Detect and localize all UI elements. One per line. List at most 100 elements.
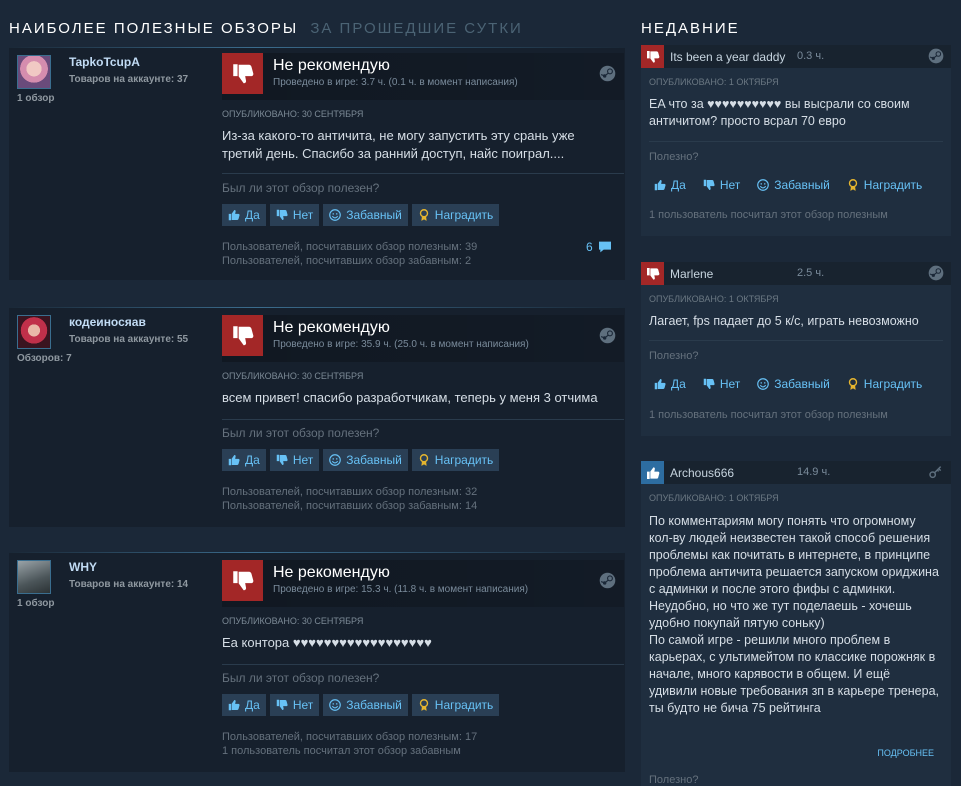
vote-buttons: Да Нет Забавный Наградить [649,374,926,394]
funny-button[interactable]: Забавный [752,374,834,394]
smile-icon [756,377,770,391]
no-button[interactable]: Нет [698,175,744,195]
text-fade [641,713,951,735]
review-verdict[interactable]: Не рекомендую Проведено в игре: 3.7 ч. (… [222,53,624,100]
thumb-up-icon [653,377,667,391]
posted-date: Опубликовано: 30 сентября [222,109,364,119]
read-more-link[interactable]: подробнее [877,748,934,758]
author-name[interactable]: Its been a year daddy [670,50,785,64]
author-games-count[interactable]: Товаров на аккаунте: 55 [69,334,188,345]
author-name[interactable]: Marlene [670,267,713,281]
yes-button[interactable]: Да [222,694,266,716]
vote-buttons: Да Нет Забавный Наградить [222,204,500,226]
yes-button[interactable]: Да [222,204,266,226]
award-icon [417,453,431,467]
award-label: Наградить [863,178,923,192]
yes-button[interactable]: Да [222,449,266,471]
no-button[interactable]: Нет [269,204,320,226]
author-games-count[interactable]: Товаров на аккаунте: 37 [69,74,188,85]
author-review-count[interactable]: 1 обзор [17,598,54,609]
review-verdict[interactable]: Не рекомендую Проведено в игре: 15.3 ч. … [222,560,624,607]
thumb-up-icon [227,208,241,222]
yes-label: Да [671,377,686,391]
playtime: Проведено в игре: 15.3 ч. (11.8 ч. в мом… [273,584,529,595]
award-button[interactable]: Наградить [842,175,927,195]
avatar[interactable] [17,55,51,89]
vote-buttons: Да Нет Забавный Наградить [222,449,500,471]
smile-icon [756,178,770,192]
yes-label: Да [245,453,260,467]
verdict-title[interactable]: Не рекомендую [273,564,390,582]
author-name[interactable]: кодеиносяав [69,315,146,329]
funny-button[interactable]: Забавный [323,694,408,716]
steam-icon [599,572,616,589]
yes-label: Да [245,698,260,712]
review-text: EA что за ♥♥♥♥♥♥♥♥♥♥ вы высрали со своим… [649,97,910,128]
no-button[interactable]: Нет [269,449,320,471]
no-label: Нет [292,208,314,222]
award-icon [846,377,860,391]
comments-link[interactable]: 6 [586,239,613,255]
review-stats: Пользователей, посчитавших обзор полезны… [222,240,477,268]
yes-button[interactable]: Да [649,374,690,394]
playtime: Проведено в игре: 3.7 ч. (0.1 ч. в момен… [273,77,518,88]
thumb-down-icon [275,208,289,222]
award-button[interactable]: Наградить [411,449,500,471]
review-text: Ea контора ♥♥♥♥♥♥♥♥♥♥♥♥♥♥♥♥♥♥ [222,635,432,650]
helpful-count: Пользователей, посчитавших обзор полезны… [222,731,478,743]
section-title: Наиболее полезные обзоры [9,20,299,37]
verdict-title[interactable]: Не рекомендую [273,319,390,337]
funny-label: Забавный [346,208,402,222]
steam-icon [599,327,616,344]
author-games-count[interactable]: Товаров на аккаунте: 14 [69,579,188,590]
posted-date: Опубликовано: 1 октября [649,77,779,87]
no-label: Нет [719,178,741,192]
recent-review-card: Archous666 14.9 ч. Опубликовано: 1 октяб… [641,461,951,786]
thumb-up-icon [227,453,241,467]
recent-review-header[interactable]: Archous666 14.9 ч. [641,461,951,484]
smile-icon [328,208,342,222]
funny-count: 1 пользователь посчитал этот обзор забав… [222,745,461,757]
funny-button[interactable]: Забавный [323,204,408,226]
helpful-question: Полезно? [649,151,699,163]
thumb-up-icon [653,178,667,192]
helpful-question: Был ли этот обзор полезен? [222,671,380,685]
avatar[interactable] [17,315,51,349]
funny-button[interactable]: Забавный [323,449,408,471]
review-stats: Пользователей, посчитавших обзор полезны… [222,730,477,758]
section-subtitle[interactable]: за прошедшие сутки [310,20,523,37]
avatar[interactable] [17,560,51,594]
author-name[interactable]: WHY [69,560,97,574]
yes-button[interactable]: Да [649,175,690,195]
posted-date: Опубликовано: 1 октября [649,294,779,304]
no-button[interactable]: Нет [698,374,744,394]
no-button[interactable]: Нет [269,694,320,716]
verdict-title[interactable]: Не рекомендую [273,57,390,75]
review-stats: Пользователей, посчитавших обзор полезны… [222,485,477,513]
author-name[interactable]: TapkoTcupA [69,55,140,69]
award-button[interactable]: Наградить [411,204,500,226]
recent-review-header[interactable]: Marlene 2.5 ч. [641,262,951,285]
thumb-down-icon [275,698,289,712]
divider [222,173,624,174]
recent-review-header[interactable]: Its been a year daddy 0.3 ч. [641,45,951,68]
review-verdict[interactable]: Не рекомендую Проведено в игре: 35.9 ч. … [222,315,624,362]
smile-icon [328,698,342,712]
divider [649,340,943,341]
author-review-count[interactable]: 1 обзор [17,93,54,104]
thumb-up-icon [227,698,241,712]
thumb-down-icon [275,453,289,467]
yes-label: Да [671,178,686,192]
author-review-count[interactable]: Обзоров: 7 [17,353,72,364]
award-button[interactable]: Наградить [842,374,927,394]
thumb-down-icon [222,560,263,601]
key-icon [928,464,944,480]
author-name[interactable]: Archous666 [670,466,734,480]
funny-button[interactable]: Забавный [752,175,834,195]
recent-review-card: Its been a year daddy 0.3 ч. Опубликован… [641,45,951,236]
thumb-down-icon [222,53,263,94]
no-label: Нет [719,377,741,391]
review-text: По комментариям могу понять что огромном… [649,514,939,715]
recent-title[interactable]: Недавние [641,20,740,37]
award-button[interactable]: Наградить [411,694,500,716]
